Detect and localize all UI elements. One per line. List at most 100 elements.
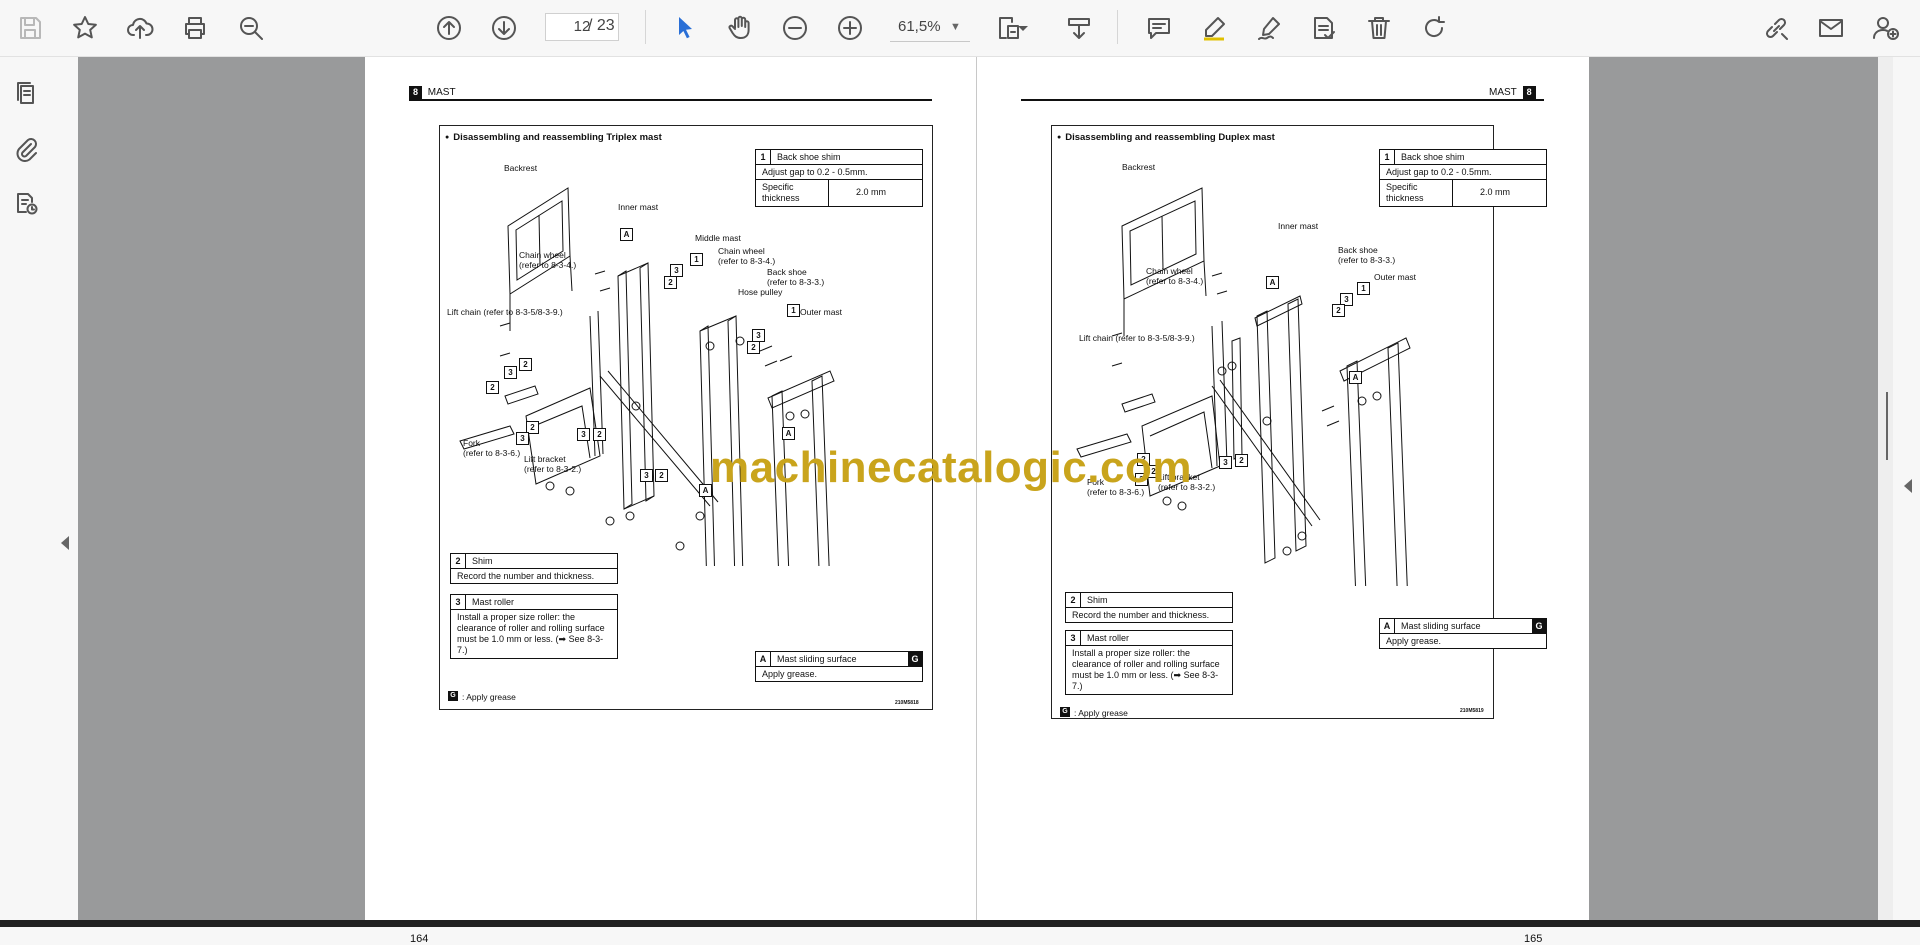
main-toolbar: 12 / 23 61,5% ▼: [0, 0, 1920, 57]
label-outer-mast: Outer mast: [1374, 272, 1417, 282]
table-title: Shim: [1087, 595, 1108, 605]
page-up-icon[interactable]: [431, 10, 467, 46]
key-3: 3: [516, 432, 529, 445]
key-1: 1: [787, 304, 800, 317]
page-total-label: / 23: [588, 17, 615, 34]
key-3: 3: [504, 366, 517, 379]
chevron-down-icon: ▼: [950, 21, 961, 33]
key-1: 1: [1357, 282, 1370, 295]
key-3: 3: [1219, 456, 1232, 469]
upload-cloud-icon[interactable]: [122, 10, 158, 46]
figure-frame: Disassembling and reassembling Triplex m…: [439, 125, 933, 710]
draw-signature-icon[interactable]: [1251, 10, 1287, 46]
save-icon[interactable]: [12, 10, 48, 46]
table-title: Mast sliding surface: [1401, 621, 1481, 631]
bookmark-star-icon[interactable]: [67, 10, 103, 46]
zoom-select[interactable]: 61,5% ▼: [890, 13, 970, 42]
figure-id: 210M5818: [895, 700, 919, 706]
grease-badge: G: [1532, 619, 1546, 633]
key-a: A: [782, 427, 795, 440]
shim-table: 2 Shim Record the number and thickness.: [1065, 592, 1233, 623]
label-hose-pulley: Hose pulley: [738, 287, 783, 297]
key-2: 2: [655, 469, 668, 482]
spec-label: Specific thickness: [762, 182, 800, 203]
table-title: Mast roller: [472, 597, 515, 607]
section-number: 8: [1522, 86, 1536, 99]
attachment-icon[interactable]: [8, 130, 44, 166]
key-a: A: [1349, 371, 1362, 384]
right-panel-strip: [1893, 57, 1920, 920]
section-title: MAST: [1489, 87, 1517, 98]
mast-sliding-surface-table: A Mast sliding surface G Apply grease.: [1379, 618, 1547, 649]
spec-label: Specific thickness: [1386, 182, 1424, 203]
table-key: 3: [1066, 631, 1081, 645]
table-key: A: [1380, 619, 1395, 633]
header-rule: [1021, 99, 1544, 101]
fit-menu-chevron-icon[interactable]: [1016, 10, 1030, 46]
expand-right-panel-icon[interactable]: [1904, 479, 1912, 493]
table-note: Install a proper size roller: the cleara…: [457, 612, 605, 655]
back-shoe-shim-table: 1 Back shoe shim Adjust gap to 0.2 - 0.5m…: [1379, 149, 1547, 207]
figure-title: Disassembling and reassembling Duplex ma…: [1057, 132, 1275, 143]
add-user-icon[interactable]: [1868, 10, 1904, 46]
label-lift-chain: Lift chain (refer to 8-3-5/8-3-9.): [447, 307, 563, 317]
comment-icon[interactable]: [1141, 10, 1177, 46]
key-2: 2: [1332, 304, 1345, 317]
vertical-scrollbar[interactable]: [1878, 57, 1893, 920]
key-2: 2: [519, 358, 532, 371]
label-chain-wheel: Chain wheel (refer to 8-3-4.): [1146, 266, 1204, 286]
share-link-icon[interactable]: [1758, 10, 1794, 46]
shim-table: 2 Shim Record the number and thickness.: [450, 553, 618, 584]
delete-trash-icon[interactable]: [1361, 10, 1397, 46]
table-note: Apply grease.: [1386, 636, 1442, 646]
highlight-pen-icon[interactable]: [1196, 10, 1232, 46]
scroll-mode-icon[interactable]: [1061, 10, 1097, 46]
collapse-left-panel-icon[interactable]: [61, 536, 69, 550]
page-number: 165: [1524, 933, 1543, 945]
zoom-out-icon[interactable]: [777, 10, 813, 46]
key-1: 1: [690, 253, 703, 266]
select-cursor-icon[interactable]: [667, 10, 703, 46]
table-title: Mast roller: [1087, 633, 1130, 643]
page-down-icon[interactable]: [486, 10, 522, 46]
toolbar-divider: [645, 10, 646, 44]
stamp-icon[interactable]: [1306, 10, 1342, 46]
label-back-shoe: Back shoe (refer to 8-3-3.): [1338, 245, 1396, 265]
label-fork: Fork (refer to 8-3-6.): [463, 438, 521, 458]
zoom-search-icon[interactable]: [233, 10, 269, 46]
table-title: Shim: [472, 556, 493, 566]
table-title: Back shoe shim: [777, 152, 841, 162]
left-sidebar: [0, 57, 78, 927]
legend-grease-key: G: [1060, 707, 1070, 717]
section-number: 8: [409, 86, 423, 99]
table-note: Adjust gap to 0.2 - 0.5mm.: [762, 167, 868, 177]
page-number: 164: [410, 933, 429, 945]
legend-text: : Apply grease: [462, 692, 516, 702]
table-key: A: [756, 652, 771, 666]
key-2: 2: [747, 341, 760, 354]
zoom-in-icon[interactable]: [832, 10, 868, 46]
table-title: Back shoe shim: [1401, 152, 1465, 162]
table-title: Mast sliding surface: [777, 654, 857, 664]
page-thumbnails-icon[interactable]: [8, 75, 44, 111]
mail-icon[interactable]: [1813, 10, 1849, 46]
rotate-icon[interactable]: [1416, 10, 1452, 46]
legend-grease-key: G: [448, 691, 458, 701]
label-backrest: Backrest: [504, 163, 538, 173]
label-middle-mast: Middle mast: [695, 233, 741, 243]
label-chain-wheel-middle: Chain wheel (refer to 8-3-4.): [718, 246, 776, 266]
back-shoe-shim-table: 1 Back shoe shim Adjust gap to 0.2 - 0.5m…: [755, 149, 923, 207]
page-layers-icon[interactable]: [8, 185, 44, 221]
table-key: 3: [451, 595, 466, 609]
print-icon[interactable]: [177, 10, 213, 46]
figure-frame: Disassembling and reassembling Duplex ma…: [1051, 125, 1547, 719]
label-inner-mast: Inner mast: [1278, 221, 1319, 231]
toolbar-divider: [1117, 10, 1118, 44]
scrollbar-thumb[interactable]: [1886, 392, 1888, 460]
hand-pan-icon[interactable]: [722, 10, 758, 46]
key-a: A: [1266, 276, 1279, 289]
key-2: 2: [1235, 454, 1248, 467]
spec-value: 2.0 mm: [856, 187, 887, 197]
table-key: 2: [451, 554, 466, 568]
key-2: 2: [593, 428, 606, 441]
